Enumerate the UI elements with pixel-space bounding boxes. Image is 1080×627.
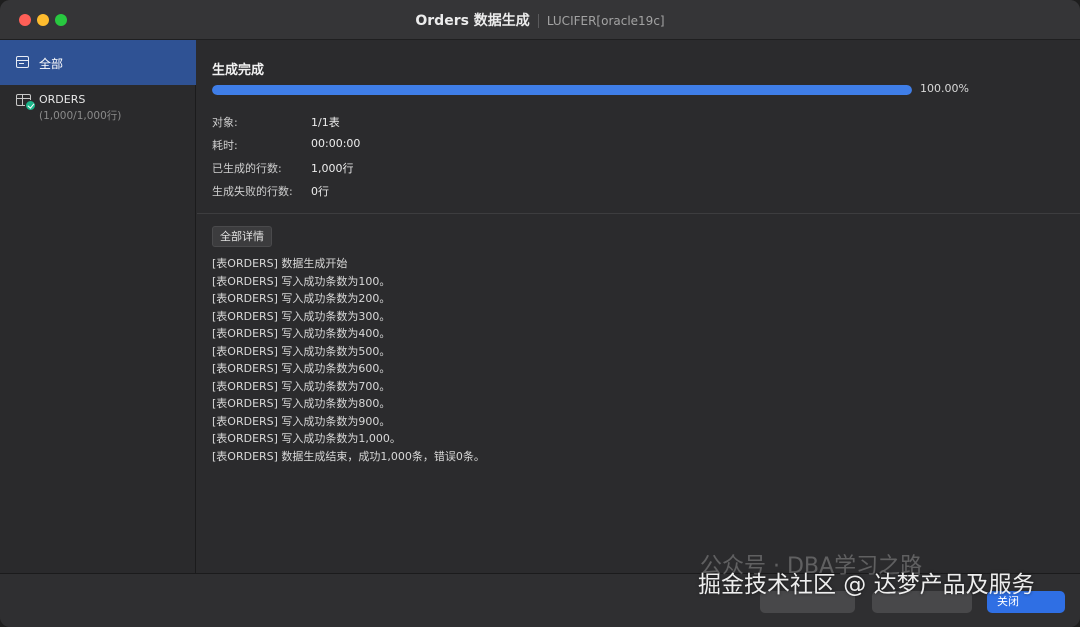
sidebar-item-label: ORDERS <box>39 93 86 106</box>
stat-value: 1/1表 <box>311 116 340 129</box>
log-line: [表ORDERS] 写入成功条数为600。 <box>212 362 391 375</box>
connection-name: LUCIFER[oracle19c] <box>546 13 665 28</box>
sidebar: 全部 ORDERS (1,000/1,000行) <box>0 40 196 573</box>
title-bar: Orders 数据生成 LUCIFER[oracle19c] <box>0 0 1080 40</box>
all-details-button[interactable]: 全部详情 <box>212 226 272 247</box>
window-title: Orders 数据生成 <box>415 12 530 29</box>
stat-label: 耗时: <box>212 139 238 152</box>
main-panel: 生成完成 100.00% 对象: 1/1表 耗时: 00:00:00 已生成的行… <box>197 40 1080 573</box>
status-title: 生成完成 <box>212 63 265 78</box>
watermark: 掘金技术社区 @ 达梦产品及服务 <box>698 572 1035 598</box>
progress-percentage: 100.00% <box>920 82 969 95</box>
log-line: [表ORDERS] 数据生成结束，成功1,000条，错误0条。 <box>212 449 485 463</box>
log-line: [表ORDERS] 写入成功条数为300。 <box>212 309 391 323</box>
stat-value: 0行 <box>311 185 329 198</box>
sidebar-item-row-count: (1,000/1,000行) <box>39 110 122 122</box>
log-line: [表ORDERS] 写入成功条数为800。 <box>212 397 391 410</box>
section-divider <box>197 213 1080 214</box>
stat-label: 已生成的行数: <box>212 162 282 175</box>
progress-bar <box>212 85 912 95</box>
stat-label: 对象: <box>212 116 238 129</box>
title-divider <box>537 13 539 28</box>
success-check-icon <box>25 100 36 111</box>
stat-label: 生成失败的行数: <box>212 185 293 198</box>
log-line: [表ORDERS] 写入成功条数为100。 <box>212 274 391 288</box>
stat-value: 00:00:00 <box>311 137 361 150</box>
list-icon <box>16 56 29 68</box>
sidebar-item-label: 全部 <box>39 57 64 71</box>
sidebar-item-all[interactable]: 全部 <box>0 40 196 85</box>
sidebar-item-orders[interactable]: ORDERS (1,000/1,000行) <box>0 90 196 126</box>
log-line: [表ORDERS] 写入成功条数为900。 <box>212 414 391 428</box>
log-line: [表ORDERS] 写入成功条数为1,000。 <box>212 432 401 445</box>
log-line: [表ORDERS] 写入成功条数为700。 <box>212 379 391 393</box>
log-line: [表ORDERS] 写入成功条数为200。 <box>212 292 391 305</box>
log-output: [表ORDERS] 数据生成开始 [表ORDERS] 写入成功条数为100。 [… <box>212 255 1062 465</box>
log-line: [表ORDERS] 写入成功条数为500。 <box>212 344 391 358</box>
log-line: [表ORDERS] 数据生成开始 <box>212 257 348 270</box>
log-line: [表ORDERS] 写入成功条数为400。 <box>212 327 391 340</box>
stat-value: 1,000行 <box>311 162 354 175</box>
window-title-group: Orders 数据生成 LUCIFER[oracle19c] <box>0 0 1080 40</box>
progress-bar-fill <box>212 85 912 95</box>
data-generation-window: Orders 数据生成 LUCIFER[oracle19c] 全部 ORDERS … <box>0 0 1080 627</box>
